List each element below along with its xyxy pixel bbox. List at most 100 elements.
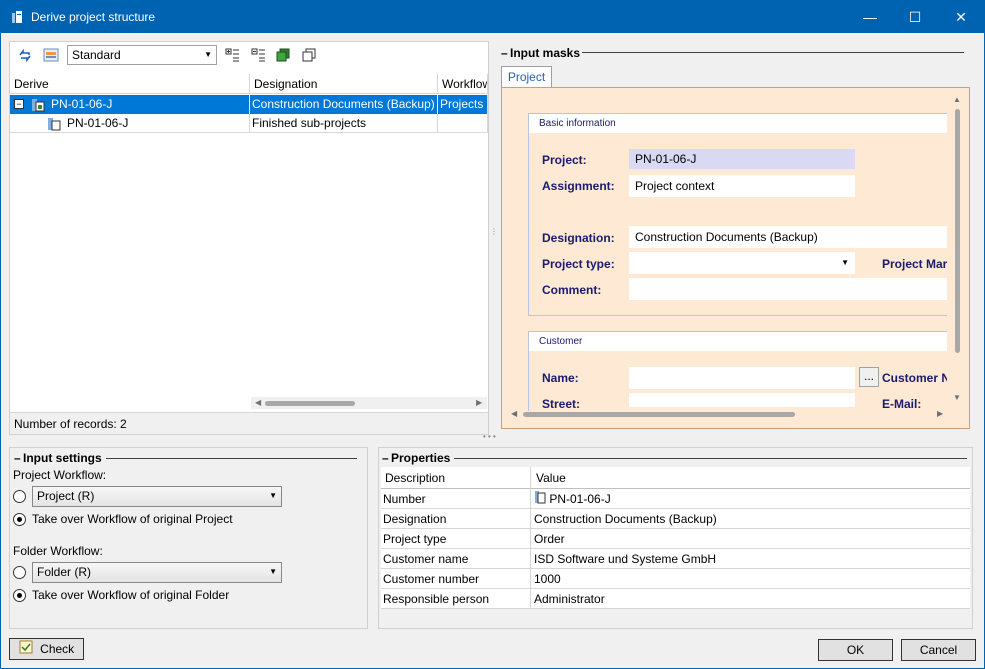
property-row[interactable]: Responsible person Administrator — [381, 589, 970, 609]
property-description: Designation — [381, 509, 531, 529]
maximize-icon[interactable]: ☐ — [892, 1, 938, 33]
scroll-left-icon[interactable]: ◀ — [511, 409, 517, 418]
customer-number-label: Customer N — [882, 371, 947, 385]
property-value: ISD Software und Systeme GmbH — [534, 552, 717, 566]
project-workflow-select-value: Project (R) — [37, 489, 95, 503]
project-icon — [534, 490, 546, 510]
copy-icon[interactable] — [273, 45, 293, 65]
project-workflow-radio[interactable] — [13, 490, 26, 503]
folder-workflow-radio[interactable] — [13, 566, 26, 579]
scroll-thumb[interactable] — [955, 109, 960, 353]
scroll-left-icon[interactable]: ◀ — [255, 398, 261, 407]
input-masks-title: Input masks — [510, 46, 581, 60]
scroll-thumb[interactable] — [523, 412, 795, 417]
scroll-right-icon[interactable]: ▶ — [937, 409, 943, 418]
tree-row[interactable]: − PN-01-06-J Construction Documents (Bac… — [10, 95, 488, 114]
folder-takeover-label[interactable]: Take over Workflow of original Folder — [32, 588, 229, 602]
chevron-down-icon: ▼ — [841, 258, 849, 267]
tree-row[interactable]: PN-01-06-J Finished sub-projects — [10, 114, 488, 133]
project-icon — [30, 97, 46, 114]
project-takeover-radio[interactable] — [13, 513, 26, 526]
property-row[interactable]: Customer name ISD Software und Systeme G… — [381, 549, 970, 569]
property-row[interactable]: Designation Construction Documents (Back… — [381, 509, 970, 529]
customer-name-field[interactable] — [629, 367, 855, 389]
column-header-workflow[interactable]: Workflow — [438, 74, 488, 94]
record-count: Number of records: 2 — [14, 417, 127, 431]
tree-horizontal-scrollbar[interactable]: ◀ ▶ — [251, 397, 487, 409]
scroll-up-icon[interactable]: ▲ — [953, 95, 961, 104]
property-value: Order — [534, 532, 565, 546]
property-value: PN-01-06-J — [532, 489, 611, 509]
property-value: 1000 — [534, 572, 561, 586]
app-icon — [9, 9, 25, 25]
folder-workflow-select[interactable]: Folder (R) ▼ — [32, 562, 282, 583]
collapse-toggle-icon[interactable]: − — [14, 99, 24, 109]
derive-project-structure-dialog: Derive project structure — ☐ ✕ Standard … — [0, 0, 985, 669]
chevron-down-icon: ▼ — [204, 50, 212, 59]
tree-row-derive: PN-01-06-J — [67, 116, 129, 130]
input-masks-divider — [582, 52, 964, 53]
subproject-icon — [46, 116, 62, 133]
properties-dash: – — [382, 451, 389, 465]
comment-field[interactable] — [629, 278, 947, 300]
project-type-label: Project type: — [542, 257, 615, 271]
street-field[interactable] — [629, 393, 855, 407]
column-header-designation[interactable]: Designation — [250, 74, 438, 94]
folder-workflow-label: Folder Workflow: — [13, 544, 103, 558]
browse-customer-button[interactable]: ... — [859, 367, 879, 387]
minimize-icon[interactable]: — — [847, 1, 893, 33]
customer-header: Customer — [529, 332, 947, 351]
project-label: Project: — [542, 153, 587, 167]
view-select[interactable]: Standard ▼ — [67, 45, 217, 65]
vertical-splitter[interactable]: ⋮ — [490, 228, 498, 249]
property-row[interactable]: Project type Order — [381, 529, 970, 549]
property-description: Customer name — [381, 549, 531, 569]
folder-workflow-select-value: Folder (R) — [37, 565, 92, 579]
windows-icon[interactable] — [299, 45, 319, 65]
mask-horizontal-scrollbar[interactable]: ◀ ▶ — [509, 408, 945, 420]
project-workflow-select[interactable]: Project (R) ▼ — [32, 486, 282, 507]
check-icon — [19, 640, 33, 660]
input-settings-title: Input settings — [23, 451, 102, 465]
basic-information-header: Basic information — [529, 114, 947, 133]
folder-takeover-radio[interactable] — [13, 589, 26, 602]
property-row[interactable]: Number PN-01-06-J — [381, 489, 970, 509]
collapse-all-icon[interactable] — [248, 45, 268, 65]
scroll-right-icon[interactable]: ▶ — [476, 398, 482, 407]
check-button[interactable]: Check — [9, 638, 84, 660]
property-description: Responsible person — [381, 589, 531, 609]
project-field[interactable]: PN-01-06-J — [629, 149, 855, 169]
designation-field[interactable]: Construction Documents (Backup) — [629, 226, 947, 248]
input-settings-divider — [106, 458, 357, 459]
assignment-label: Assignment: — [542, 179, 615, 193]
project-manager-label: Project Mar — [882, 257, 947, 271]
cancel-button[interactable]: Cancel — [901, 639, 976, 661]
property-value: Construction Documents (Backup) — [534, 512, 717, 526]
refresh-icon[interactable] — [15, 45, 35, 65]
ok-button[interactable]: OK — [818, 639, 893, 661]
assignment-field[interactable]: Project context — [629, 175, 855, 197]
designation-label: Designation: — [542, 231, 615, 245]
chevron-down-icon: ▼ — [269, 491, 277, 500]
project-type-select[interactable]: ▼ — [629, 252, 855, 274]
tab-project[interactable]: Project — [501, 66, 552, 88]
scroll-thumb[interactable] — [265, 401, 355, 406]
mask-vertical-scrollbar[interactable]: ▲ ▼ — [951, 93, 963, 407]
property-value-text: PN-01-06-J — [549, 492, 611, 506]
chevron-down-icon: ▼ — [269, 567, 277, 576]
scroll-down-icon[interactable]: ▼ — [953, 393, 961, 402]
property-description: Project type — [381, 529, 531, 549]
expand-all-icon[interactable] — [222, 45, 242, 65]
tree-row-designation: Construction Documents (Backup) — [250, 95, 438, 114]
property-description: Customer number — [381, 569, 531, 589]
close-icon[interactable]: ✕ — [938, 1, 984, 33]
view-icon[interactable] — [41, 45, 61, 65]
customer-title: Customer — [539, 336, 583, 347]
column-header-derive[interactable]: Derive — [10, 74, 250, 94]
column-header-description[interactable]: Description — [381, 467, 531, 489]
column-header-value[interactable]: Value — [532, 467, 566, 489]
view-select-value: Standard — [72, 48, 121, 62]
property-row[interactable]: Customer number 1000 — [381, 569, 970, 589]
project-takeover-label[interactable]: Take over Workflow of original Project — [32, 512, 233, 526]
horizontal-splitter[interactable]: • • • — [483, 433, 503, 441]
